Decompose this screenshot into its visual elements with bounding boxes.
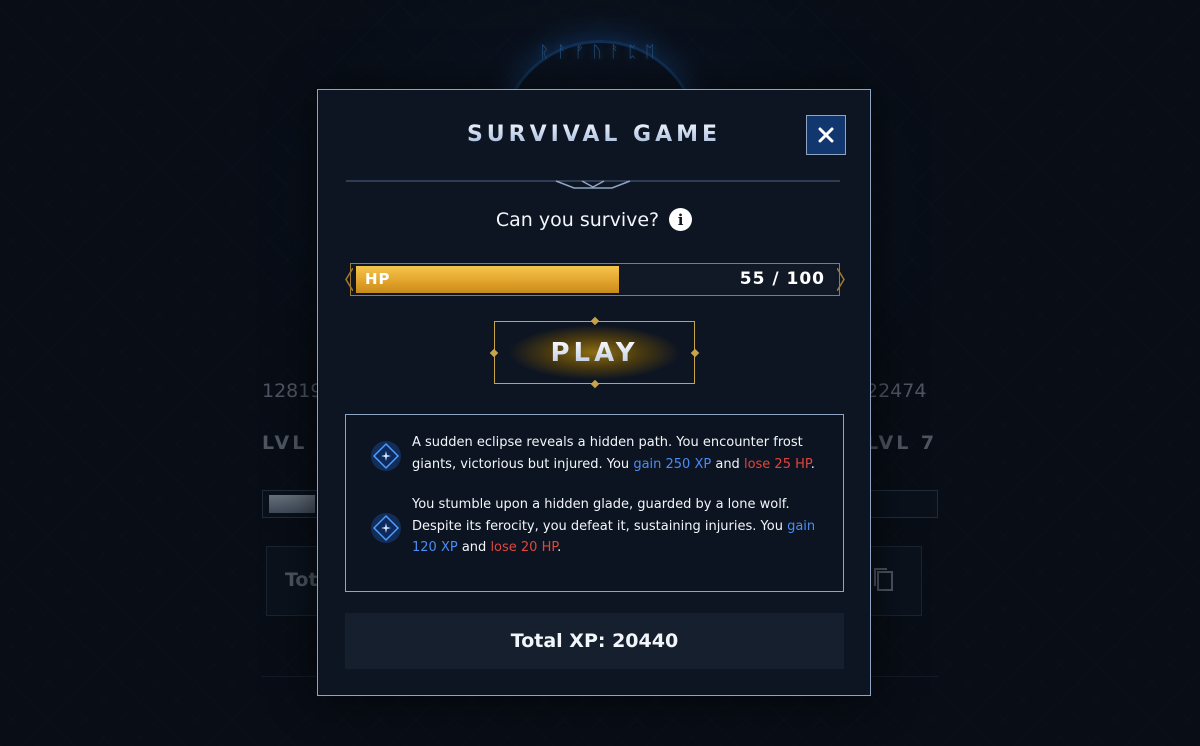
event-item: A sudden eclipse reveals a hidden path. …: [370, 432, 830, 475]
diamond-compass-icon: [371, 441, 401, 471]
event-item: You stumble upon a hidden glade, guarded…: [370, 494, 830, 559]
modal-title: SURVIVAL GAME: [318, 122, 870, 147]
hp-fill: [356, 266, 619, 293]
close-icon: [818, 127, 834, 143]
ornament-divider: [346, 180, 840, 189]
play-label: PLAY: [550, 337, 639, 368]
hp-label: HP: [365, 270, 391, 288]
close-button[interactable]: [806, 115, 846, 155]
play-ornament-right: [690, 348, 700, 358]
info-icon[interactable]: i: [669, 208, 693, 231]
event-log: A sudden eclipse reveals a hidden path. …: [345, 414, 844, 592]
subtitle-row: Can you survive? i: [318, 208, 870, 231]
event-text: A sudden eclipse reveals a hidden path. …: [412, 435, 815, 472]
diamond-compass-icon: [371, 513, 401, 543]
survival-game-modal: SURVIVAL GAME Can you survive? i HP 55 /…: [317, 89, 871, 696]
hp-bar-left-cap: [345, 268, 353, 291]
play-button[interactable]: PLAY: [489, 316, 700, 389]
xp-gain: gain 250 XP: [633, 456, 712, 472]
event-text: You stumble upon a hidden glade, guarded…: [412, 497, 816, 555]
play-ornament-left: [489, 348, 499, 358]
play-ornament-bottom: [590, 379, 600, 389]
hp-bar-right-cap: [837, 268, 845, 291]
hp-bar: HP 55 / 100: [345, 263, 845, 296]
play-ornament-top: [590, 316, 600, 326]
hp-loss: lose 20 HP: [490, 540, 558, 555]
hp-value: 55 / 100: [739, 269, 825, 289]
hp-loss: lose 25 HP: [743, 456, 811, 472]
subtitle: Can you survive?: [495, 208, 660, 231]
total-xp: Total XP: 20440: [345, 613, 844, 669]
